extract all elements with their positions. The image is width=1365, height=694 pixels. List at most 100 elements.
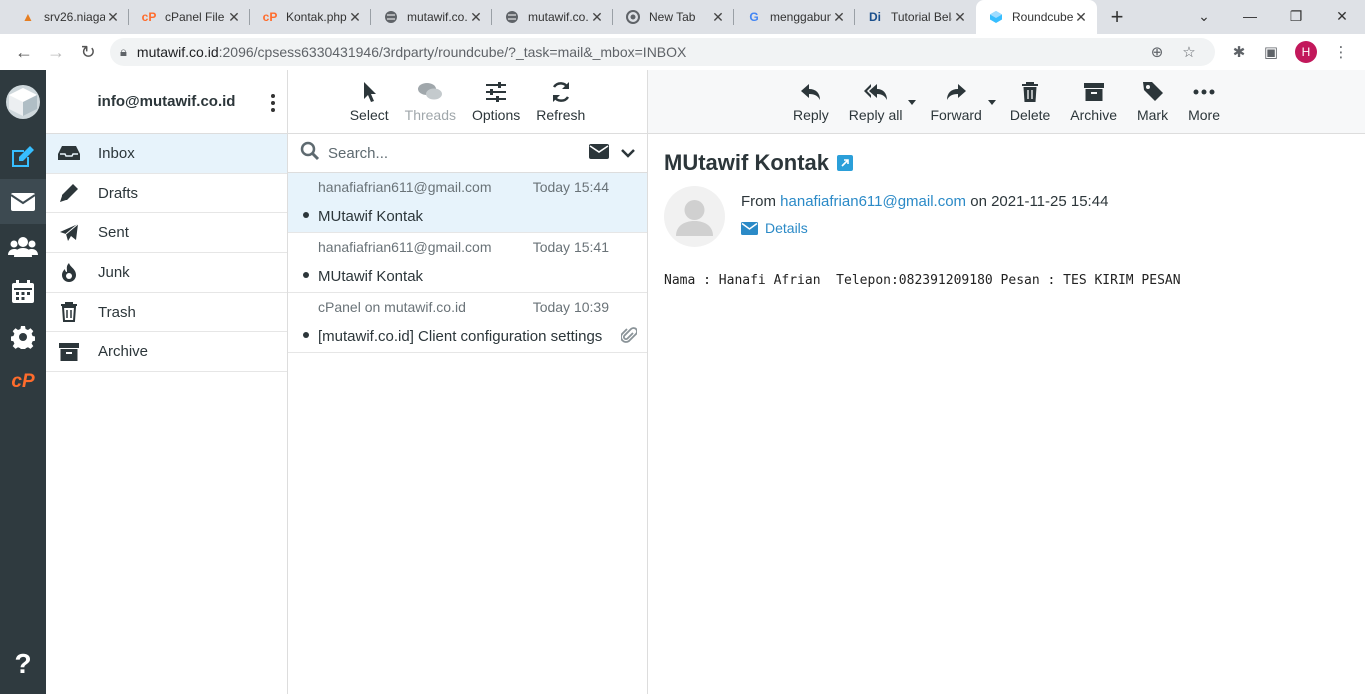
archive-button[interactable]: Archive [1070,80,1117,133]
close-icon[interactable]: ✕ [952,9,968,26]
close-icon[interactable]: ✕ [589,9,605,26]
ellipsis-icon [1193,89,1215,95]
minimize-button[interactable]: — [1227,0,1273,32]
globe-icon [504,9,520,25]
select-button[interactable]: Select [350,80,389,133]
address-bar[interactable]: 🔒︎ mutawif.co.id:2096/cpsess6330431946/3… [110,38,1215,66]
compose-icon[interactable] [0,134,46,179]
reply-all-label: Reply all [848,107,903,123]
roundcube-logo[interactable] [0,70,46,134]
close-icon[interactable]: ✕ [468,9,484,26]
folder-inbox[interactable]: Inbox [46,134,287,174]
message-subject: [mutawif.co.id] Client configuration set… [318,328,603,345]
restore-button[interactable]: ❐ [1273,0,1319,32]
url-text[interactable]: mutawif.co.id:2096/cpsess6330431946/3rdp… [137,44,1141,60]
details-link[interactable]: Details [741,220,808,236]
browser-chrome: ▲ srv26.niagahoster ✕ cP cPanel File Man… [0,0,1365,70]
new-tab-button[interactable]: + [1103,0,1131,34]
mail-icon[interactable] [0,179,46,224]
message-row[interactable]: cPanel on mutawif.co.id Today 10:39 [mut… [288,293,647,353]
calendar-icon[interactable] [0,269,46,314]
external-link-icon[interactable] [837,155,853,171]
browser-toolbar: ← → ↻ 🔒︎ mutawif.co.id:2096/cpsess633043… [0,34,1365,70]
message-row[interactable]: hanafiafrian611@gmail.com Today 15:41 MU… [288,233,647,293]
back-button[interactable]: ← [8,36,40,68]
search-icon[interactable] [300,141,320,165]
chrome-icon [625,9,641,25]
close-icon[interactable]: ✕ [226,9,242,26]
search-bar[interactable]: Search... [288,134,647,173]
envelope-filter-icon[interactable] [589,143,609,163]
close-icon[interactable]: ✕ [347,9,363,26]
sender-email-link[interactable]: hanafiafrian611@gmail.com [780,193,966,210]
di-icon: Di [869,10,881,24]
pma-icon: ▲ [22,10,34,24]
folder-archive[interactable]: Archive [46,332,287,373]
message-date: Today 15:44 [532,179,609,195]
browser-tab[interactable]: mutawif.co.id ✕ [371,0,492,34]
trash-icon [58,302,80,323]
contacts-icon[interactable] [0,224,46,269]
sliders-icon [486,82,507,102]
browser-tab[interactable]: New Tab ✕ [613,0,734,34]
browser-tab[interactable]: Di Tutorial Belajar ✕ [855,0,976,34]
star-icon[interactable]: ☆ [1173,43,1205,61]
profile-avatar[interactable]: H [1295,41,1317,63]
settings-gear-icon[interactable] [0,314,46,359]
reply-button[interactable]: Reply [793,80,829,133]
folder-sent[interactable]: Sent [46,213,287,254]
cpanel-icon[interactable]: cP [0,359,46,404]
google-icon: G [749,10,759,24]
browser-tab[interactable]: ▲ srv26.niagahoster ✕ [8,0,129,34]
folder-junk[interactable]: Junk [46,253,287,293]
message-toolbar: Reply Reply all Forward Delete Archive M… [648,70,1365,134]
reload-button[interactable]: ↻ [72,36,104,68]
close-window-button[interactable]: ✕ [1319,0,1365,32]
reply-dropdown-icon[interactable] [908,100,917,105]
message-body: Nama : Hanafi Afrian Telepon:08239120918… [664,273,1181,288]
message-from: hanafiafrian611@gmail.com [318,179,492,195]
options-button[interactable]: Options [472,80,520,133]
more-button[interactable]: More [1188,80,1220,133]
url-path: :2096/cpsess6330431946/3rdparty/roundcub… [218,44,687,60]
help-icon[interactable]: ? [0,648,46,680]
tab-search-icon[interactable]: ⌄ [1181,0,1227,32]
unread-dot[interactable] [303,332,309,338]
extensions-icon[interactable]: ✱ [1223,43,1255,61]
cursor-icon [364,82,377,102]
folder-menu-icon[interactable] [271,94,275,115]
search-input[interactable]: Search... [328,145,589,162]
reply-all-button[interactable]: Reply all [848,80,903,133]
close-icon[interactable]: ✕ [710,9,726,26]
browser-tab[interactable]: mutawif.co.id ✕ [492,0,613,34]
message-date-text: on 2021-11-25 15:44 [970,193,1109,210]
message-subject: MUtawif Kontak [318,208,424,225]
refresh-icon [552,82,569,102]
forward-button[interactable]: Forward [930,80,982,133]
tab-title: Kontak.php [286,10,347,24]
close-icon[interactable]: ✕ [1073,9,1089,26]
forward-button[interactable]: → [40,36,72,68]
chevron-down-icon[interactable] [621,145,635,162]
folder-drafts[interactable]: Drafts [46,174,287,214]
refresh-button[interactable]: Refresh [536,80,585,133]
mark-button[interactable]: Mark [1137,80,1168,133]
tab-title: Roundcube [1012,10,1073,24]
browser-tab-active[interactable]: Roundcube ✕ [976,0,1097,34]
unread-dot[interactable] [303,272,309,278]
browser-tab[interactable]: cP Kontak.php ✕ [250,0,371,34]
delete-button[interactable]: Delete [1010,80,1050,133]
browser-tab[interactable]: cP cPanel File Manager ✕ [129,0,250,34]
folder-trash[interactable]: Trash [46,293,287,333]
zoom-icon[interactable]: ⊕ [1141,43,1173,61]
close-icon[interactable]: ✕ [831,9,847,26]
side-panel-icon[interactable]: ▣ [1255,43,1287,61]
close-icon[interactable]: ✕ [105,9,121,26]
message-row[interactable]: hanafiafrian611@gmail.com Today 15:44 MU… [288,173,647,233]
browser-tab[interactable]: G menggabungkan ✕ [734,0,855,34]
forward-dropdown-icon[interactable] [987,100,996,105]
chrome-menu-icon[interactable]: ⋮ [1325,43,1357,61]
unread-dot[interactable] [303,212,309,218]
threads-button[interactable]: Threads [405,80,456,133]
tag-icon [1142,82,1163,101]
